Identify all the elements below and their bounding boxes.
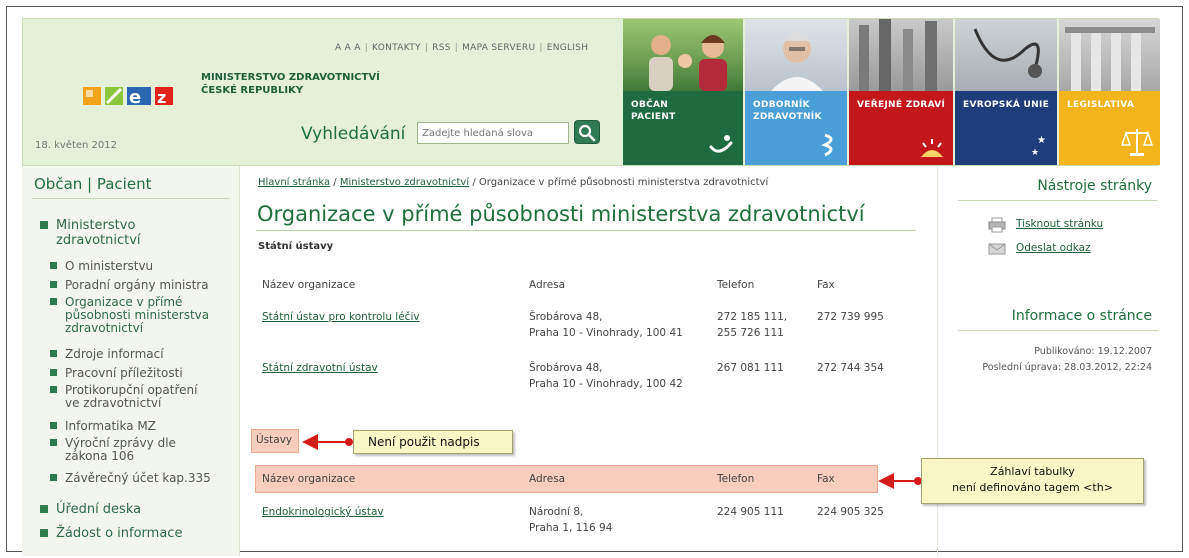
callout-header-note: Záhlaví tabulky není definováno tagem <t…: [921, 458, 1144, 504]
callout-arrowhead: [302, 434, 318, 450]
callout-caption-note: Není použit nadpis: [353, 430, 513, 454]
callout-arrowhead: [878, 473, 894, 489]
callout-dot: [345, 438, 353, 446]
